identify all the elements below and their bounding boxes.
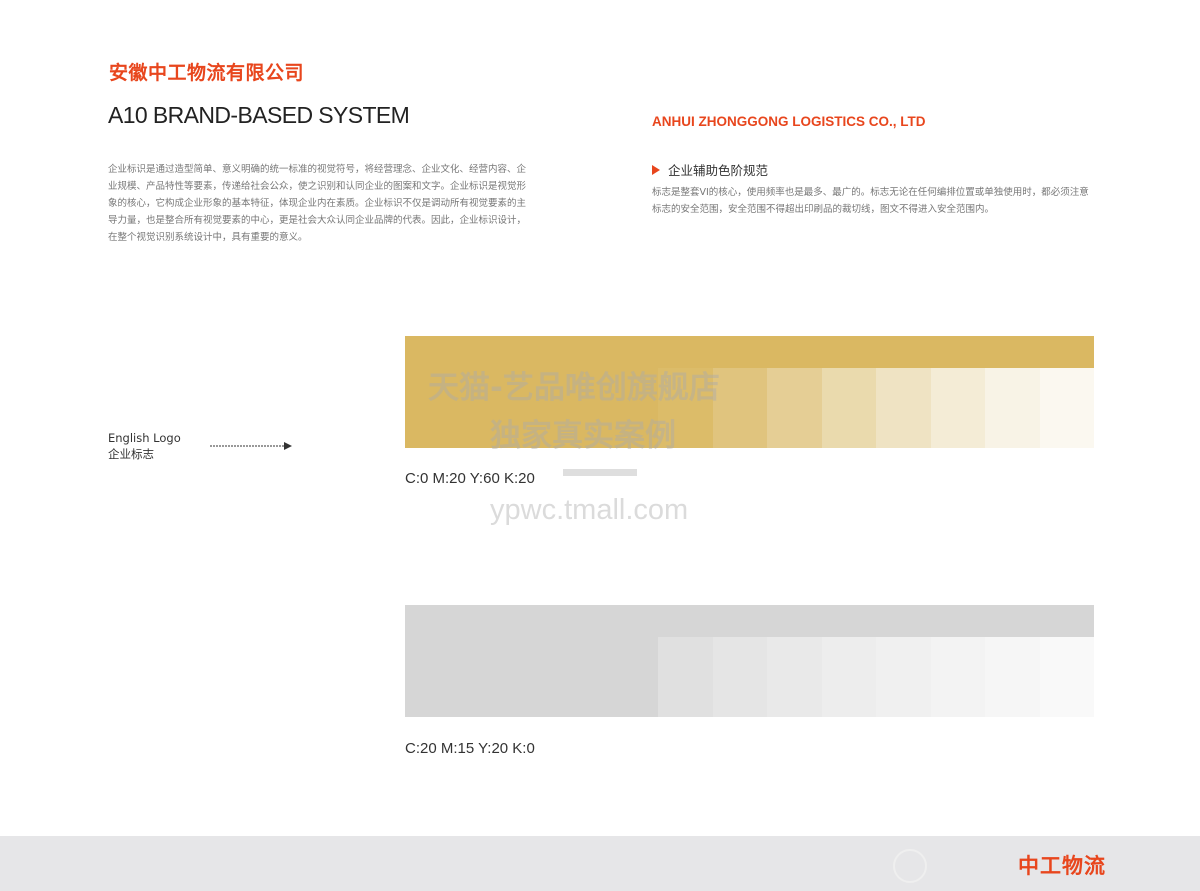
footer-brand: 中工物流 [1018, 854, 1106, 878]
section-description: 标志是整套VI的核心，使用频率也是最多、最广的。标志无论在任何编排位置或单独使用… [652, 187, 1089, 215]
tint-swatch [1039, 637, 1094, 717]
tint-swatch [821, 637, 876, 717]
tint-swatch [930, 368, 985, 448]
tint-swatch [876, 368, 931, 448]
tint-swatch [658, 637, 713, 717]
gold-tint-strip [658, 368, 1094, 448]
tint-swatch [712, 368, 767, 448]
logo-label: English Logo 企业标志 [108, 430, 181, 462]
logo-label-en: English Logo [108, 431, 181, 445]
watermark-line-2: 独家真实案例 [490, 418, 676, 454]
gold-cmyk-formula: C:0 M:20 Y:60 K:20 [405, 470, 535, 487]
watermark-line-1: 天猫-艺品唯创旗舰店 [428, 370, 720, 406]
tint-swatch [985, 368, 1040, 448]
tint-swatch [876, 637, 931, 717]
section-heading: 企业辅助色阶规范 [652, 160, 768, 179]
faint-logo-icon [893, 849, 927, 883]
section-title: 企业辅助色阶规范 [668, 163, 769, 178]
tint-swatch [712, 637, 767, 717]
gray-cmyk-formula: C:20 M:15 Y:20 K:0 [405, 740, 535, 757]
gray-color-palette [405, 605, 1094, 717]
tint-swatch [985, 637, 1040, 717]
watermark-url: ypwc.tmall.com [490, 494, 689, 526]
triangle-bullet-icon [652, 164, 660, 175]
footer-bar: 中工物流 [0, 836, 1200, 891]
watermark-bar [563, 469, 637, 476]
tint-swatch [930, 637, 985, 717]
logo-label-cn: 企业标志 [108, 447, 154, 461]
gray-tint-strip [658, 637, 1094, 717]
tint-swatch [1039, 368, 1094, 448]
company-name-en: ANHUI ZHONGGONG LOGISTICS CO., LTD [652, 114, 926, 129]
tint-swatch [821, 368, 876, 448]
arrow-right-icon [210, 442, 292, 450]
system-title: A10 BRAND-BASED SYSTEM [108, 102, 410, 128]
tint-swatch [767, 637, 822, 717]
company-name-cn: 安徽中工物流有限公司 [109, 62, 305, 84]
intro-paragraph: 企业标识是通过造型简单、意义明确的统一标准的视觉符号，将经营理念、企业文化、经营… [108, 164, 527, 243]
tint-swatch [767, 368, 822, 448]
